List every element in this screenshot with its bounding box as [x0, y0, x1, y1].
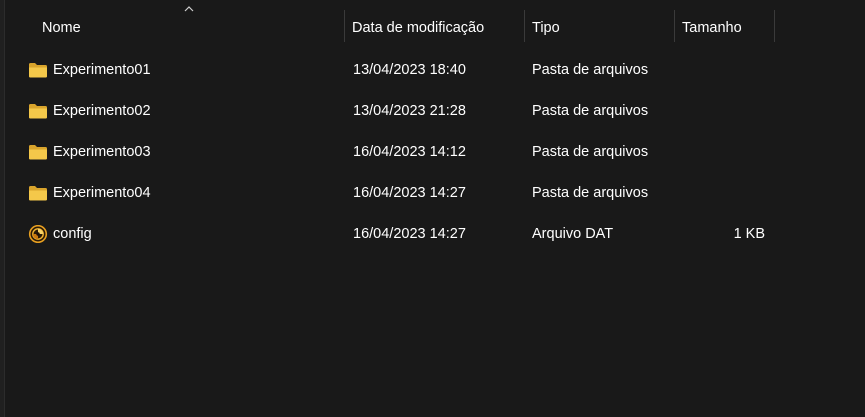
- file-size: [682, 91, 765, 132]
- column-divider[interactable]: [674, 10, 675, 42]
- column-header-size-label: Tamanho: [682, 20, 742, 36]
- column-header-type-label: Tipo: [532, 20, 560, 36]
- file-row[interactable]: Experimento01 13/04/2023 18:40 Pasta de …: [0, 50, 865, 91]
- file-type: Pasta de arquivos: [532, 62, 649, 78]
- file-type: Arquivo DAT: [532, 226, 614, 242]
- file-row[interactable]: Experimento03 16/04/2023 14:12 Pasta de …: [0, 132, 865, 173]
- file-type: Pasta de arquivos: [532, 103, 649, 119]
- file-name: Experimento01: [53, 62, 151, 78]
- file-size: [682, 173, 765, 214]
- folder-icon: [29, 186, 47, 201]
- file-explorer-window: Nome Data de modificação Tipo Tamanho Ex…: [0, 0, 865, 417]
- file-row[interactable]: config 16/04/2023 14:27 Arquivo DAT 1 KB: [0, 214, 865, 255]
- column-header-name[interactable]: Nome: [42, 10, 344, 42]
- column-header-name-label: Nome: [42, 20, 81, 36]
- file-type: Pasta de arquivos: [532, 144, 649, 160]
- column-header-date[interactable]: Data de modificação: [352, 10, 524, 42]
- folder-icon: [29, 104, 47, 119]
- file-row[interactable]: Experimento02 13/04/2023 21:28 Pasta de …: [0, 91, 865, 132]
- file-name: Experimento02: [53, 103, 151, 119]
- file-date: 16/04/2023 14:27: [353, 226, 466, 242]
- column-header-type[interactable]: Tipo: [532, 10, 674, 42]
- column-header-bar: Nome Data de modificação Tipo Tamanho: [0, 0, 865, 44]
- file-size: [682, 50, 765, 91]
- file-name: config: [53, 226, 92, 242]
- column-header-date-label: Data de modificação: [352, 20, 485, 36]
- file-list: Experimento01 13/04/2023 18:40 Pasta de …: [0, 50, 865, 255]
- file-date: 16/04/2023 14:12: [353, 144, 466, 160]
- folder-icon: [29, 145, 47, 160]
- column-divider[interactable]: [524, 10, 525, 42]
- file-size: [682, 132, 765, 173]
- file-date: 13/04/2023 21:28: [353, 103, 466, 119]
- folder-icon: [29, 63, 47, 78]
- file-date: 16/04/2023 14:27: [353, 185, 466, 201]
- file-date: 13/04/2023 18:40: [353, 62, 466, 78]
- file-row[interactable]: Experimento04 16/04/2023 14:27 Pasta de …: [0, 173, 865, 214]
- file-size: 1 KB: [733, 226, 765, 242]
- file-name: Experimento04: [53, 185, 151, 201]
- column-header-size[interactable]: Tamanho: [682, 10, 774, 42]
- dat-file-icon: [28, 225, 48, 243]
- column-divider[interactable]: [344, 10, 345, 42]
- file-name: Experimento03: [53, 144, 151, 160]
- file-type: Pasta de arquivos: [532, 185, 649, 201]
- column-divider[interactable]: [774, 10, 775, 42]
